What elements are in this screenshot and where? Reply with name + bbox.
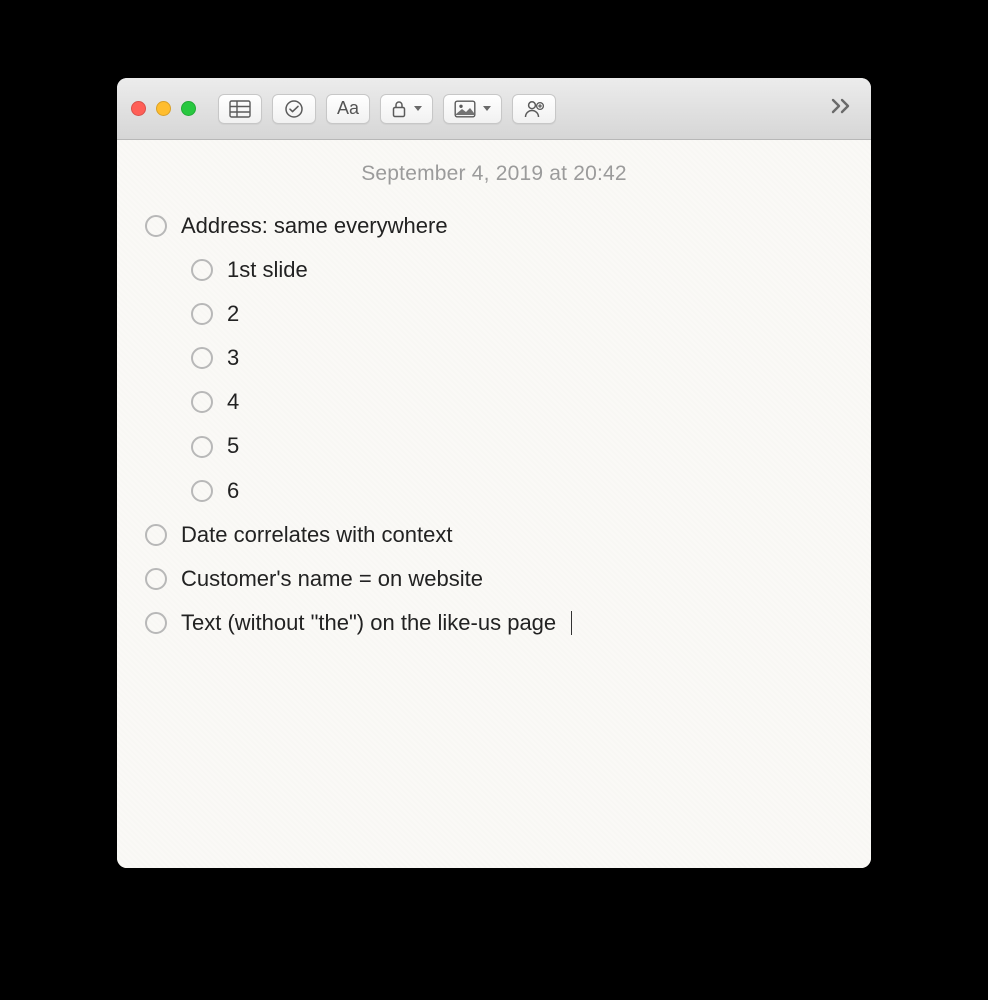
checklist-item[interactable]: Text (without "the") on the like-us page [145, 601, 843, 645]
checklist-checkbox[interactable] [191, 303, 213, 325]
checklist-text[interactable]: 5 [227, 429, 239, 463]
checklist-item[interactable]: 6 [145, 469, 843, 513]
chevron-down-icon [414, 106, 422, 111]
checklist-checkbox[interactable] [145, 524, 167, 546]
overflow-icon [829, 96, 853, 121]
window-close-button[interactable] [131, 101, 146, 116]
table-button[interactable] [218, 94, 262, 124]
checklist-text[interactable]: 2 [227, 297, 239, 331]
checklist-item[interactable]: Address: same everywhere [145, 204, 843, 248]
checklist-checkbox[interactable] [145, 215, 167, 237]
chevron-down-icon [483, 106, 491, 111]
window-zoom-button[interactable] [181, 101, 196, 116]
share-add-person-icon [523, 99, 545, 119]
checklist-item[interactable]: 2 [145, 292, 843, 336]
checklist: Address: same everywhere 1st slide 2 3 4 5 6 Da… [145, 204, 843, 645]
checklist-item[interactable]: Date correlates with context [145, 513, 843, 557]
checklist-text[interactable]: Address: same everywhere [181, 209, 448, 243]
note-timestamp: September 4, 2019 at 20:42 [145, 162, 843, 186]
checklist-checkbox[interactable] [191, 347, 213, 369]
checklist-item[interactable]: Customer's name = on website [145, 557, 843, 601]
checklist-item[interactable]: 5 [145, 424, 843, 468]
format-button[interactable]: Aa [326, 94, 370, 124]
lock-icon [391, 100, 407, 118]
checklist-text[interactable]: 4 [227, 385, 239, 419]
lock-button[interactable] [380, 94, 433, 124]
checklist-button[interactable] [272, 94, 316, 124]
checklist-checkbox[interactable] [191, 259, 213, 281]
checklist-checkbox[interactable] [191, 436, 213, 458]
window-minimize-button[interactable] [156, 101, 171, 116]
checklist-checkbox[interactable] [145, 612, 167, 634]
checklist-text[interactable]: Text (without "the") on the like-us page [181, 606, 556, 640]
traffic-lights [131, 101, 196, 116]
checklist-checkbox[interactable] [191, 480, 213, 502]
checklist-text[interactable]: Date correlates with context [181, 518, 452, 552]
checklist-item[interactable]: 4 [145, 380, 843, 424]
media-button[interactable] [443, 94, 502, 124]
table-icon [229, 100, 251, 118]
checklist-checkbox[interactable] [145, 568, 167, 590]
share-button[interactable] [512, 94, 556, 124]
checklist-text[interactable]: 6 [227, 474, 239, 508]
note-body[interactable]: September 4, 2019 at 20:42 Address: same… [117, 140, 871, 868]
checklist-icon [284, 99, 304, 119]
checklist-item[interactable]: 3 [145, 336, 843, 380]
checklist-text[interactable]: 1st slide [227, 253, 308, 287]
checklist-text[interactable]: 3 [227, 341, 239, 375]
checklist-item[interactable]: 1st slide [145, 248, 843, 292]
checklist-text[interactable]: Customer's name = on website [181, 562, 483, 596]
format-icon: Aa [337, 98, 359, 119]
toolbar-overflow-button[interactable] [825, 96, 857, 121]
checklist-checkbox[interactable] [191, 391, 213, 413]
notes-window: Aa [117, 78, 871, 868]
text-cursor [571, 611, 572, 635]
titlebar: Aa [117, 78, 871, 140]
media-icon [454, 100, 476, 118]
